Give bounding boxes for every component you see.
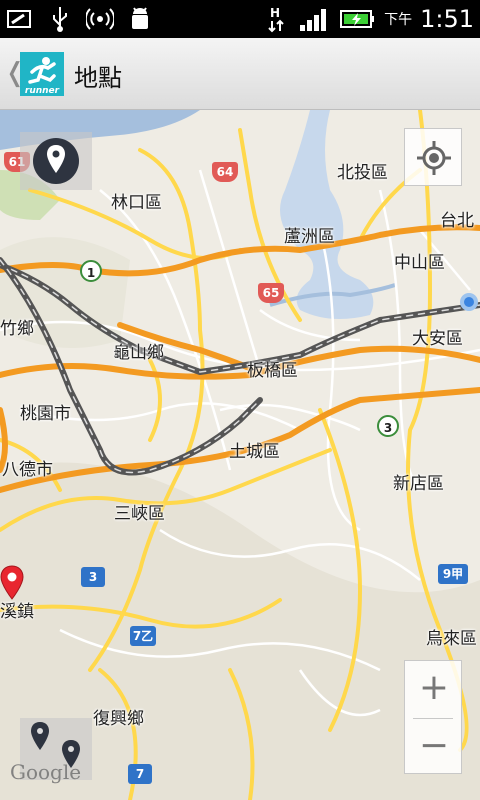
route-shield-3b: 3	[81, 567, 105, 587]
label-zhu-xiang: 竹鄉	[0, 319, 34, 339]
app-icon[interactable]: runner	[20, 52, 64, 96]
svg-text:H: H	[270, 6, 280, 20]
app-icon-text: runner	[25, 86, 60, 96]
label-daan: 大安區	[412, 329, 463, 349]
route-shield-1: 1	[80, 260, 102, 282]
status-bar-left-icons	[6, 4, 154, 34]
location-pin-icon	[33, 138, 79, 184]
wifi-hotspot-icon	[86, 8, 114, 30]
screen-icon	[7, 10, 31, 28]
android-debug-icon	[132, 7, 148, 29]
my-location-button[interactable]	[404, 128, 462, 186]
zoom-controls: + −	[404, 660, 462, 774]
google-logo: Google	[10, 760, 82, 784]
route-shield-65: 65	[258, 283, 284, 303]
label-guishan: 龜山鄉	[113, 343, 164, 363]
zoom-out-button[interactable]: −	[405, 719, 463, 775]
route-shield-7: 7	[128, 764, 152, 784]
zoom-in-button[interactable]: +	[405, 661, 463, 717]
map-view[interactable]: 北投區 林口區 蘆洲區 台北 中山區 竹鄉 龜山鄉 板橋區 大安區 桃園市 土城…	[0, 110, 480, 800]
status-bar-right-icons: H 下午 1:51	[262, 2, 474, 36]
runner-logo-icon: runner	[20, 52, 64, 96]
data-transfer-icon: H	[268, 6, 284, 33]
usb-icon	[53, 7, 67, 32]
route-shield-64: 64	[212, 162, 238, 182]
label-sanxia: 三峽區	[114, 504, 165, 524]
label-linkou: 林口區	[111, 193, 162, 213]
label-luzhou: 蘆洲區	[284, 227, 335, 247]
pin-toggle-button[interactable]	[20, 132, 92, 190]
signal-icon	[300, 9, 327, 31]
label-banqiao: 板橋區	[247, 361, 298, 381]
battery-charging-icon	[340, 10, 375, 28]
route-shield-3a: 3	[377, 415, 399, 437]
status-bar: H 下午 1:51	[0, 0, 480, 38]
label-bade: 八德市	[2, 460, 53, 480]
label-tucheng: 土城區	[229, 442, 280, 462]
route-shield-7b: 7乙	[130, 626, 156, 646]
route-shield-9: 9甲	[438, 564, 468, 584]
label-fuxing: 復興鄉	[93, 709, 144, 729]
label-zhongshan: 中山區	[394, 253, 445, 273]
red-location-marker-icon[interactable]	[0, 565, 24, 601]
label-wulai: 烏來區	[426, 629, 477, 649]
my-location-icon	[417, 141, 451, 175]
label-beitou: 北投區	[337, 163, 388, 183]
action-bar: ❬ runner 地點	[0, 38, 480, 110]
label-taoyuan: 桃園市	[20, 404, 71, 424]
label-taipei: 台北	[440, 211, 474, 231]
status-bar-time: 1:51	[420, 5, 474, 33]
status-bar-ampm: 下午	[384, 12, 413, 28]
page-title: 地點	[74, 64, 122, 92]
label-xindian: 新店區	[393, 474, 444, 494]
